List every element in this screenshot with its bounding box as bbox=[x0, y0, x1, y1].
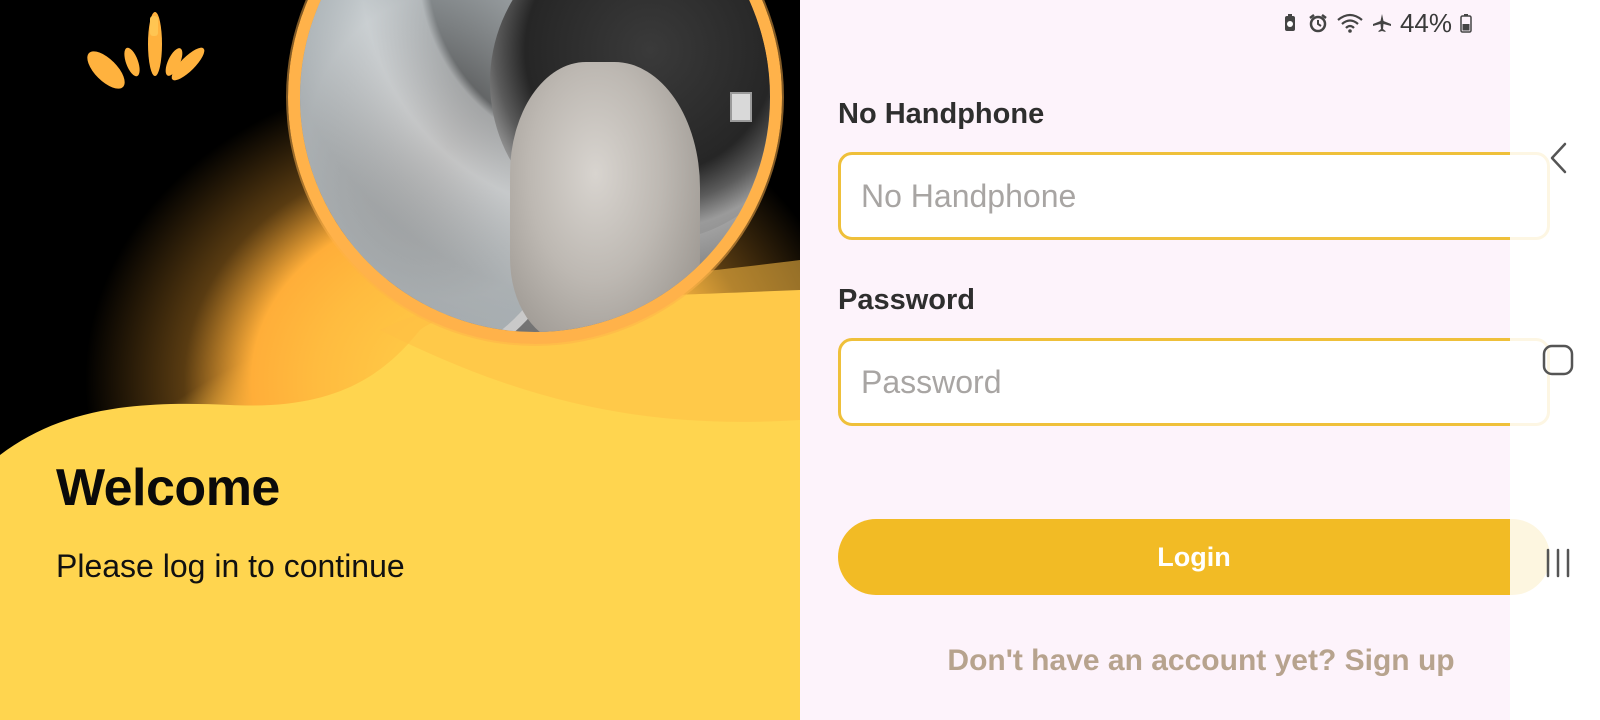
airplane-mode-icon bbox=[1372, 14, 1391, 32]
home-icon bbox=[1542, 344, 1574, 376]
back-button[interactable] bbox=[1540, 140, 1576, 176]
status-bar: 44% bbox=[1280, 8, 1472, 38]
recents-icon bbox=[1546, 548, 1570, 578]
signup-link[interactable]: Don't have an account yet? Sign up bbox=[838, 644, 1564, 678]
battery-percent: 44% bbox=[1399, 7, 1452, 38]
login-button[interactable]: Login bbox=[838, 519, 1550, 595]
alarm-icon bbox=[1309, 14, 1327, 33]
back-icon bbox=[1550, 142, 1567, 174]
phone-input[interactable] bbox=[838, 152, 1550, 240]
door-latch bbox=[730, 92, 752, 122]
sun-rays-logo-icon bbox=[87, 12, 205, 89]
welcome-subtitle: Please log in to continue bbox=[56, 548, 405, 584]
home-button[interactable] bbox=[1540, 342, 1576, 378]
hero-panel: Welcome Please log in to continue bbox=[0, 0, 800, 720]
welcome-title: Welcome bbox=[56, 459, 280, 517]
password-input[interactable] bbox=[838, 338, 1550, 426]
battery-saver-icon bbox=[1284, 14, 1295, 31]
towel bbox=[510, 62, 700, 332]
recents-button[interactable] bbox=[1540, 545, 1576, 581]
battery-icon bbox=[1460, 14, 1472, 33]
phone-label: No Handphone bbox=[838, 98, 1045, 130]
wifi-icon bbox=[1337, 13, 1363, 33]
password-label: Password bbox=[838, 284, 975, 316]
login-screen: Welcome Please log in to continue 44% No… bbox=[0, 0, 1600, 720]
